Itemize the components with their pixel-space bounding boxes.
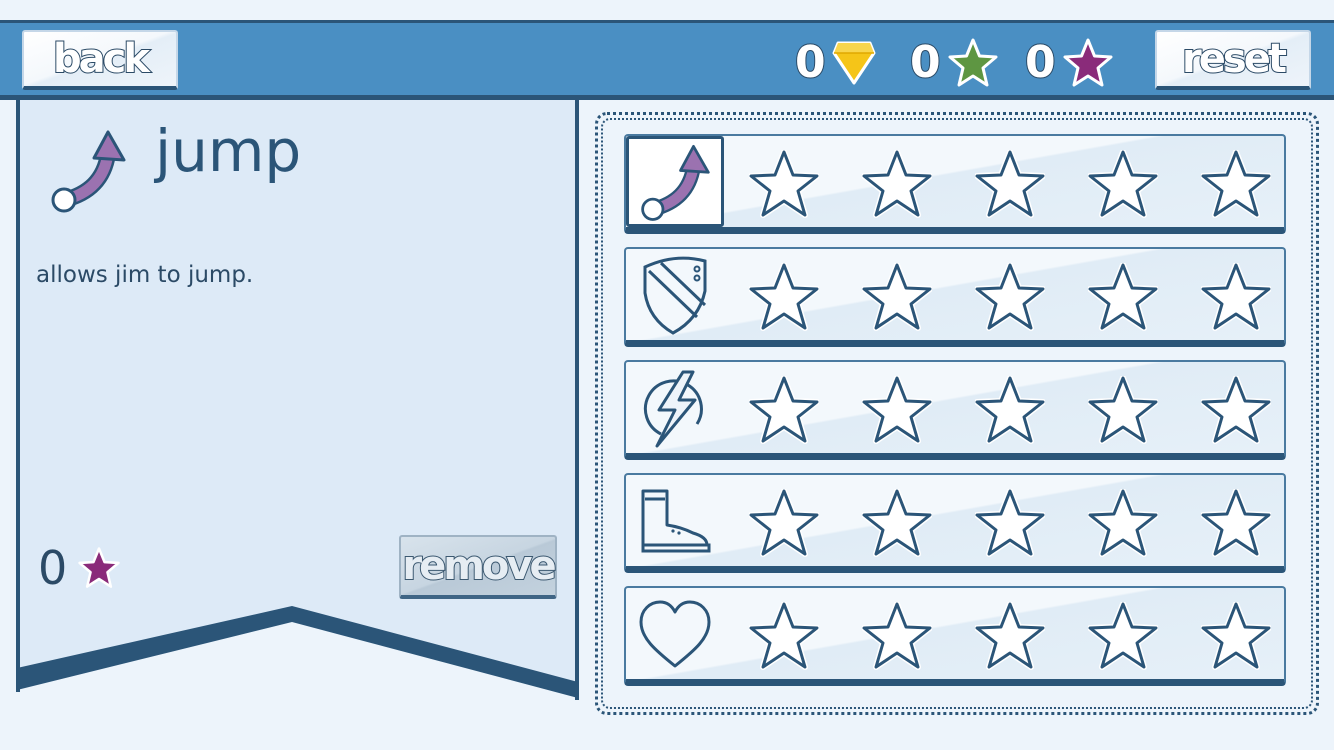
lightning-icon[interactable] bbox=[626, 362, 724, 453]
empty-star-slot-icon[interactable] bbox=[1200, 149, 1272, 218]
gem-counter: 0 bbox=[794, 36, 876, 90]
reset-button-label: reset bbox=[1181, 35, 1288, 83]
back-button[interactable]: back bbox=[22, 30, 178, 90]
empty-star-slot-icon[interactable] bbox=[1087, 488, 1159, 557]
empty-star-slot-icon[interactable] bbox=[748, 601, 820, 670]
empty-star-slot-icon[interactable] bbox=[1200, 375, 1272, 444]
purple-star-counter: 0 bbox=[1024, 36, 1114, 90]
empty-star-slot-icon[interactable] bbox=[1087, 375, 1159, 444]
reset-button[interactable]: reset bbox=[1155, 30, 1311, 90]
green-star-icon bbox=[948, 38, 998, 87]
skill-cost-value: 0 bbox=[38, 541, 68, 595]
gem-icon bbox=[832, 41, 876, 85]
purple-star-icon bbox=[1063, 38, 1113, 87]
boot-icon[interactable] bbox=[626, 475, 724, 566]
empty-star-slot-icon[interactable] bbox=[974, 375, 1046, 444]
skill-row[interactable] bbox=[624, 134, 1286, 234]
skill-title: jump bbox=[155, 117, 302, 185]
empty-star-slot-icon[interactable] bbox=[1087, 601, 1159, 670]
empty-star-slot-icon[interactable] bbox=[748, 149, 820, 218]
skill-cost: 0 bbox=[38, 545, 121, 591]
empty-star-slot-icon[interactable] bbox=[974, 488, 1046, 557]
top-bar bbox=[0, 20, 1334, 100]
empty-star-slot-icon[interactable] bbox=[861, 601, 933, 670]
remove-button-label: remove bbox=[401, 542, 557, 590]
empty-star-slot-icon[interactable] bbox=[861, 262, 933, 331]
skill-description: allows jim to jump. bbox=[36, 262, 254, 288]
shield-icon[interactable] bbox=[626, 249, 724, 340]
empty-star-slot-icon[interactable] bbox=[974, 262, 1046, 331]
jump-arrow-icon bbox=[51, 130, 126, 213]
empty-star-slot-icon[interactable] bbox=[974, 149, 1046, 218]
empty-star-slot-icon[interactable] bbox=[1200, 601, 1272, 670]
skill-row[interactable] bbox=[624, 360, 1286, 460]
empty-star-slot-icon[interactable] bbox=[1200, 262, 1272, 331]
empty-star-slot-icon[interactable] bbox=[861, 149, 933, 218]
empty-star-slot-icon[interactable] bbox=[1087, 149, 1159, 218]
empty-star-slot-icon[interactable] bbox=[748, 262, 820, 331]
empty-star-slot-icon[interactable] bbox=[1200, 488, 1272, 557]
skill-row[interactable] bbox=[624, 586, 1286, 686]
empty-star-slot-icon[interactable] bbox=[974, 601, 1046, 670]
green-star-counter: 0 bbox=[909, 36, 999, 90]
gem-count: 0 bbox=[794, 37, 827, 88]
skill-row[interactable] bbox=[624, 247, 1286, 347]
empty-star-slot-icon[interactable] bbox=[748, 375, 820, 444]
back-button-label: back bbox=[52, 35, 151, 83]
empty-star-slot-icon[interactable] bbox=[861, 488, 933, 557]
remove-button[interactable]: remove bbox=[399, 535, 558, 599]
green-star-count: 0 bbox=[909, 37, 942, 88]
jump-arrow-icon[interactable] bbox=[626, 136, 724, 227]
heart-icon[interactable] bbox=[626, 588, 724, 679]
empty-star-slot-icon[interactable] bbox=[1087, 262, 1159, 331]
skill-row[interactable] bbox=[624, 473, 1286, 573]
empty-star-slot-icon[interactable] bbox=[861, 375, 933, 444]
purple-star-count: 0 bbox=[1024, 37, 1057, 88]
empty-star-slot-icon[interactable] bbox=[748, 488, 820, 557]
purple-star-icon bbox=[78, 547, 121, 588]
